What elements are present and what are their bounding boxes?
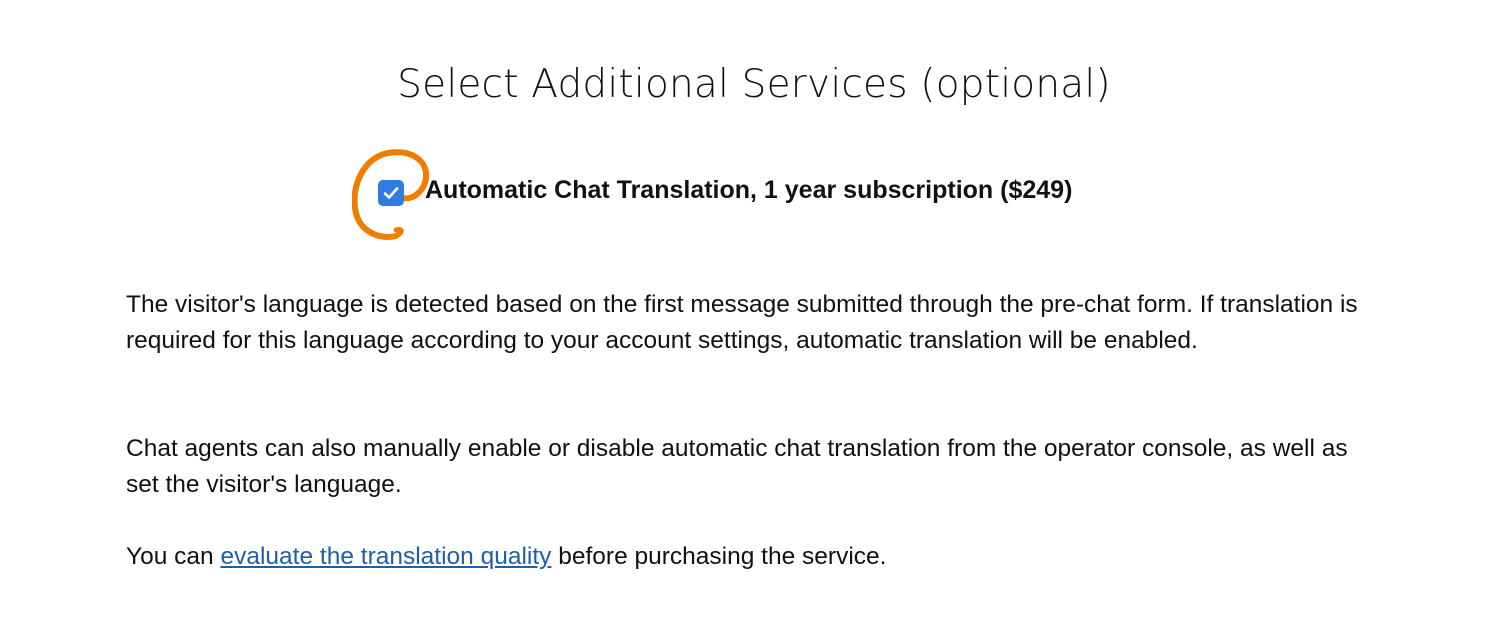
description-paragraph-manual-toggle: Chat agents can also manually enable or … xyxy=(126,435,1348,498)
description-paragraph-language-detection: The visitor's language is detected based… xyxy=(126,291,1358,354)
evaluate-prefix-text: You can xyxy=(126,543,221,570)
check-icon xyxy=(383,187,399,199)
evaluate-translation-link[interactable]: evaluate the translation quality xyxy=(220,543,551,570)
page-title: Select Additional Services (optional) xyxy=(397,62,1111,107)
service-option-label[interactable]: Automatic Chat Translation, 1 year subsc… xyxy=(425,176,1072,205)
service-checkbox[interactable] xyxy=(378,180,404,206)
description-paragraph-evaluate: You can evaluate the translation quality… xyxy=(126,539,1386,575)
evaluate-suffix-text: before purchasing the service. xyxy=(551,543,887,570)
